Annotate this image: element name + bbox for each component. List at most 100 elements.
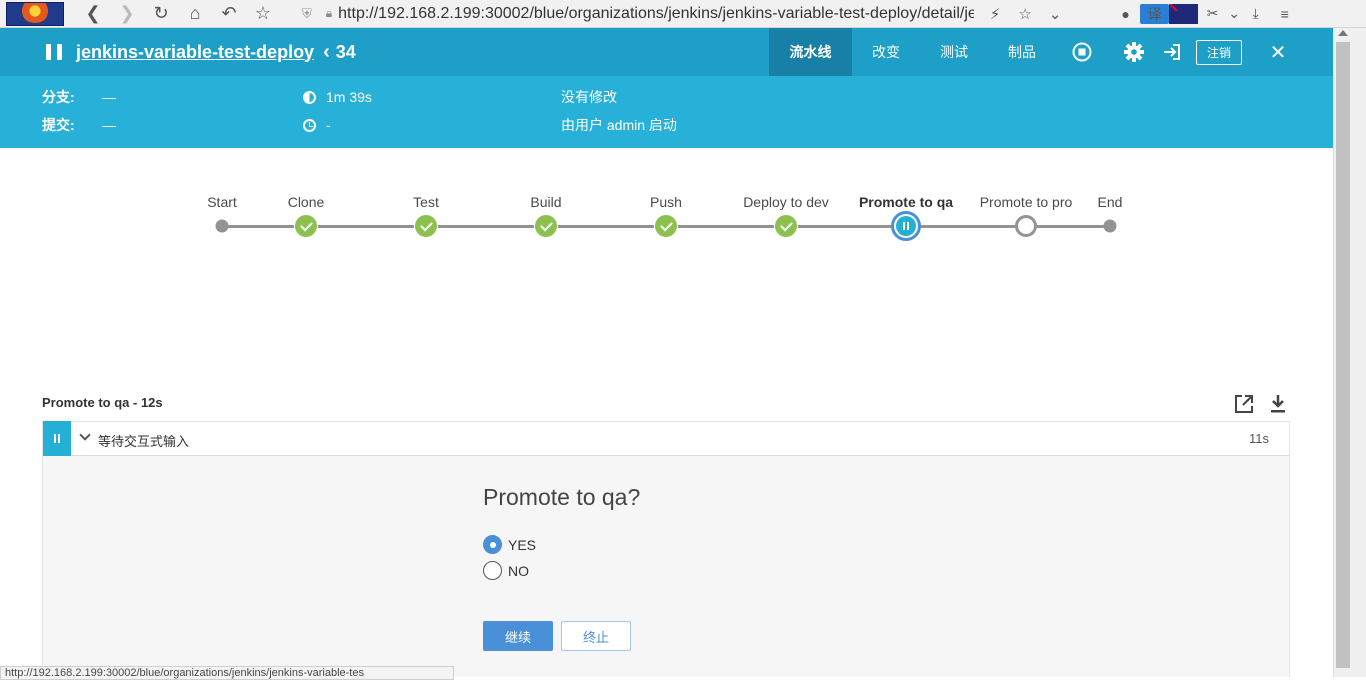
translate-icon[interactable]: 译 [1140,3,1170,24]
run-info-band: 分支: — 提交: — 1m 39s - 没有修改 由用户 admin 启动 [0,76,1333,148]
radio-label-no: NO [508,562,529,579]
radio-label-yes: YES [508,536,537,553]
stage-connector [666,225,786,228]
insecure-lock-icon[interactable]: 🔒︎ [326,6,332,21]
stage-success-check-icon[interactable] [534,214,558,238]
stage-connector [786,225,906,228]
paused-status-icon [46,44,62,60]
open-external-icon[interactable] [1233,393,1255,415]
branch-value: — [102,89,116,105]
scissors-icon[interactable]: ✂︎ [1198,4,1227,24]
stage-connector [546,225,666,228]
stage-label: End [1097,194,1123,210]
stage-label[interactable]: Push [650,194,682,210]
pipeline-name-link[interactable]: jenkins-variable-test-deploy [76,42,314,63]
address-bar[interactable]: ⛨ 🔒︎ http://192.168.2.199:30002/blue/org… [302,5,974,23]
stage-success-check-icon[interactable] [654,214,678,238]
flag-icon[interactable] [1169,3,1199,24]
favorite-star-icon[interactable]: ☆ [1010,5,1040,23]
close-icon[interactable]: ✕ [1266,28,1290,76]
stage-success-check-icon[interactable] [294,214,318,238]
logout-button[interactable]: 注销 [1196,40,1242,65]
radio-option-yes[interactable]: YES [483,535,536,554]
run-number: 34 [335,41,356,62]
abort-button[interactable]: 终止 [561,621,631,651]
radio-option-no[interactable]: NO [483,561,529,580]
duration-info: 1m 39s [303,87,372,107]
stage-connector [1026,225,1110,228]
reload-icon[interactable]: ↻ [148,1,174,27]
forward-icon[interactable]: ❯ [114,1,140,27]
proceed-button[interactable]: 继续 [483,621,553,651]
chevron-down-icon[interactable] [79,429,91,441]
home-icon[interactable]: ⌂ [182,1,208,27]
radio-checked-icon[interactable] [483,535,502,554]
menu-icon[interactable]: ≡ [1270,4,1299,24]
clock-icon [303,118,316,132]
stage-connector [426,225,546,228]
stage-connector [306,225,426,228]
stage-label[interactable]: Build [530,194,561,210]
stage-paused-icon[interactable] [891,211,921,241]
scroll-up-arrow-icon[interactable] [1338,30,1348,36]
started-by-info: 由用户 admin 启动 [561,117,677,133]
scroll-thumb[interactable] [1336,42,1350,668]
header-tabs: 流水线 改变 测试 制品 [769,28,1056,76]
tab-changes[interactable]: 改变 [852,28,920,76]
tab-pipeline[interactable]: 流水线 [769,28,852,76]
stage-label[interactable]: Clone [288,194,325,210]
download-icon[interactable]: ⤓ [1241,4,1270,24]
extension-globe-icon[interactable]: ● [1111,4,1140,24]
stage-success-check-icon[interactable] [774,214,798,238]
input-request-panel: Promote to qa? YES NO 继续 终止 [42,456,1290,677]
started-info: - [303,115,331,135]
radio-unchecked-icon[interactable] [483,561,502,580]
undo-icon[interactable]: ↶ [216,1,242,27]
stage-label[interactable]: Promote to pro [980,194,1073,210]
chevron-left-icon: ‹ [323,40,330,63]
stage-label[interactable]: Deploy to dev [743,194,829,210]
apps-grid-icon[interactable] [1082,4,1111,24]
exit-classic-icon[interactable] [1160,28,1184,76]
step-description: 等待交互式输入 [98,434,190,449]
back-icon[interactable]: ❮ [80,1,106,27]
browser-logo-icon [6,1,64,26]
step-row[interactable]: 等待交互式输入 11s [42,421,1290,456]
duration-value: 1m 39s [326,89,372,105]
gear-icon[interactable] [1122,28,1146,76]
changes-info: 没有修改 [561,89,617,105]
step-paused-icon [43,421,71,456]
shield-icon: ⛨ [302,5,312,21]
tab-tests[interactable]: 测试 [920,28,988,76]
branch-info: 分支: — [42,87,116,107]
tab-artifacts[interactable]: 制品 [988,28,1056,76]
stage-pending-icon[interactable] [1015,215,1037,237]
scissors-dropdown-icon[interactable]: ⌄ [1227,4,1241,24]
stage-label[interactable]: Promote to qa [859,194,953,210]
stage-label: Start [207,194,237,210]
commit-value: — [102,117,116,133]
download-log-icon[interactable] [1268,393,1288,415]
lightning-icon[interactable]: ⚡︎ [980,5,1010,23]
bookmark-star-icon[interactable]: ☆ [250,1,276,27]
step-panel-title: Promote to qa - 12s [42,395,163,410]
commit-label: 提交: [42,117,75,133]
commit-info: 提交: — [42,115,116,135]
page-scrollbar[interactable] [1333,28,1366,677]
input-question: Promote to qa? [483,484,641,510]
step-duration: 11s [1249,431,1269,446]
stage-success-check-icon[interactable] [414,214,438,238]
stage-label[interactable]: Test [413,194,439,210]
dropdown-chevron-icon[interactable]: ⌄ [1040,5,1070,23]
url-text[interactable]: http://192.168.2.199:30002/blue/organiza… [338,5,974,23]
status-bar-url: http://192.168.2.199:30002/blue/organiza… [0,666,454,680]
duration-icon [303,90,316,104]
stage-endpoint-dot [1103,219,1117,233]
stage-endpoint-dot [215,219,229,233]
browser-toolbar: ❮ ❯ ↻ ⌂ ↶ ☆ ⛨ 🔒︎ http://192.168.2.199:30… [0,0,1366,28]
branch-label: 分支: [42,89,75,105]
pipeline-graph: Start Clone Test Build Push Deploy to dev Prom… [0,148,1333,388]
pipeline-header: jenkins-variable-test-deploy ‹ 34 流水线 改变… [0,28,1333,76]
started-value: - [326,117,331,133]
stop-run-icon[interactable] [1070,28,1094,76]
